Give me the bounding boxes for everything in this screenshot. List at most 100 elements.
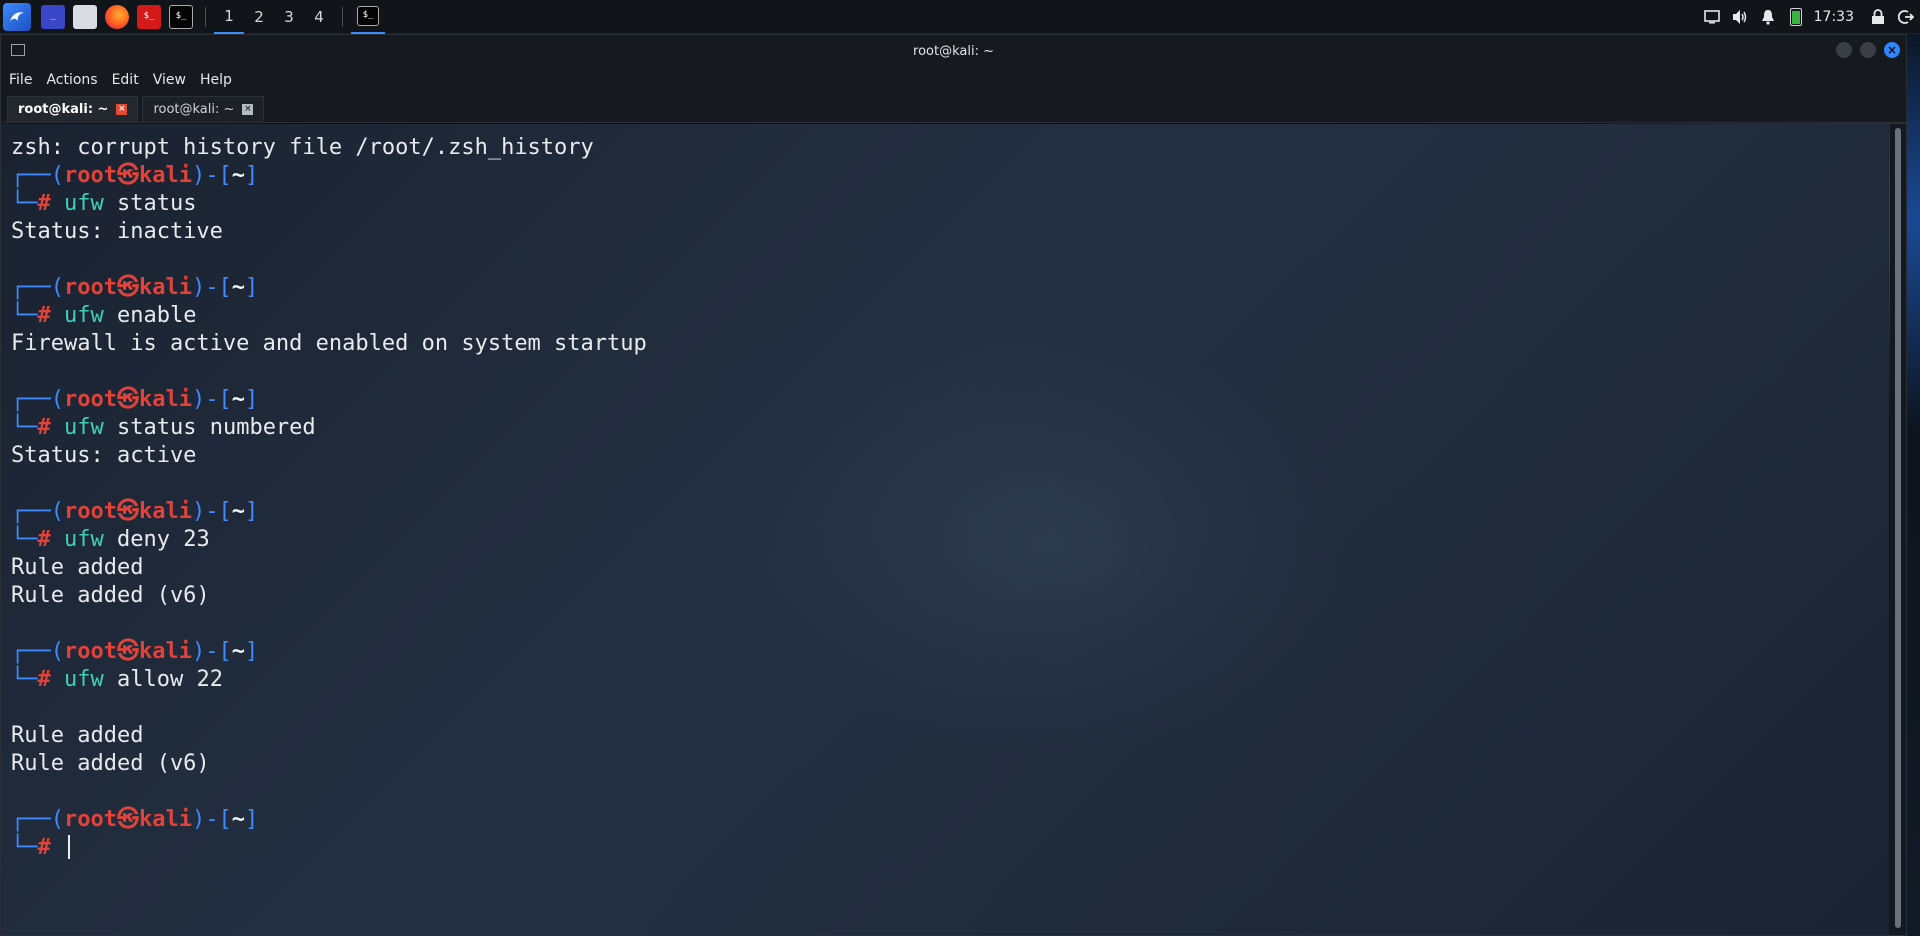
workspace-4[interactable]: 4 [304, 0, 334, 34]
desktop-icon[interactable]: _ [41, 4, 65, 29]
prompt-skull-icon: ㉿ [116, 807, 139, 832]
menu-edit[interactable]: Edit [112, 72, 139, 88]
prompt-frame: )-[ [191, 499, 232, 524]
workspace-2[interactable]: 2 [244, 0, 274, 34]
workspace-3[interactable]: 3 [274, 0, 304, 34]
terminal-icon[interactable]: $_ [169, 4, 193, 29]
prompt-skull-icon: ㉿ [116, 639, 139, 664]
firefox-icon[interactable] [105, 4, 129, 29]
notification-bell-icon[interactable] [1755, 0, 1781, 34]
output-line: Rule added [11, 722, 647, 750]
output-line: Rule added (v6) [11, 582, 647, 610]
command-name: ufw [64, 415, 104, 440]
tab-label: root@kali: ~ [153, 102, 235, 117]
prompt-host: kali [138, 807, 192, 832]
tab-label: root@kali: ~ [18, 102, 109, 117]
command-args: deny 23 [103, 527, 210, 552]
prompt-frame: └─ [11, 527, 38, 552]
prompt-user: root [63, 163, 117, 188]
prompt-hash: # [37, 667, 64, 692]
close-button[interactable]: × [1884, 42, 1900, 58]
command-name: ufw [64, 303, 104, 328]
prompt-frame: └─ [11, 835, 38, 860]
tab-close-icon[interactable]: × [242, 104, 254, 115]
prompt-hash: # [37, 415, 64, 440]
prompt-frame: )-[ [191, 807, 232, 832]
menu-bar: File Actions Edit View Help [1, 67, 1906, 93]
prompt-frame: └─ [11, 303, 38, 328]
panel-separator [205, 6, 206, 27]
tab-close-icon[interactable]: × [116, 104, 128, 115]
output-line: zsh: corrupt history file /root/.zsh_his… [11, 134, 647, 162]
command-line: └─# ufw status [11, 190, 647, 218]
battery-icon[interactable] [1783, 0, 1809, 34]
lock-icon[interactable] [1865, 0, 1891, 34]
output-line: Rule added [11, 554, 647, 582]
output-text: Firewall is active and enabled on system… [11, 331, 647, 356]
menu-view[interactable]: View [153, 72, 186, 88]
menu-file[interactable]: File [9, 72, 32, 88]
command-args: enable [103, 303, 197, 328]
volume-icon[interactable] [1727, 0, 1753, 34]
command-args: status numbered [103, 415, 316, 440]
kali-menu-icon[interactable] [3, 2, 31, 31]
prompt-line: ┌──(root㉿kali)-[~] [11, 386, 647, 414]
taskbar-terminal-button[interactable]: $_ [351, 0, 385, 34]
prompt-line: ┌──(root㉿kali)-[~] [11, 162, 647, 190]
command-line: └─# [11, 834, 647, 862]
output-line: Rule added (v6) [11, 750, 647, 778]
prompt-hash: # [37, 303, 64, 328]
clock[interactable]: 17:33 [1814, 9, 1854, 25]
terminal-tab[interactable]: root@kali: ~ × [142, 96, 265, 122]
panel-separator [342, 6, 343, 27]
prompt-line: ┌──(root㉿kali)-[~] [11, 274, 647, 302]
prompt-dir: ~ [231, 163, 245, 188]
workspace-1[interactable]: 1 [214, 0, 244, 34]
prompt-skull-icon: ㉿ [116, 275, 139, 300]
output-line: Firewall is active and enabled on system… [11, 330, 647, 358]
scrollbar-thumb[interactable] [1895, 128, 1901, 928]
command-name: ufw [64, 667, 104, 692]
prompt-host: kali [138, 387, 192, 412]
prompt-line: ┌──(root㉿kali)-[~] [11, 806, 647, 834]
scrollbar[interactable] [1890, 124, 1906, 935]
prompt-frame: └─ [11, 667, 38, 692]
file-manager-icon[interactable] [73, 4, 97, 29]
prompt-frame: ┌──( [11, 387, 64, 412]
prompt-skull-icon: ㉿ [116, 163, 139, 188]
command-line: └─# ufw enable [11, 302, 647, 330]
display-icon[interactable] [1699, 0, 1725, 34]
prompt-user: root [63, 387, 117, 412]
terminal-output[interactable]: zsh: corrupt history file /root/.zsh_his… [1, 124, 1889, 935]
prompt-line: ┌──(root㉿kali)-[~] [11, 638, 647, 666]
text-cursor[interactable] [68, 835, 70, 859]
menu-help[interactable]: Help [200, 72, 232, 88]
terminal-tab[interactable]: root@kali: ~ × [7, 96, 139, 122]
prompt-frame: ┌──( [11, 275, 64, 300]
prompt-frame: ┌──( [11, 499, 64, 524]
prompt-frame: )-[ [191, 275, 232, 300]
red-app-icon[interactable]: $_ [137, 4, 161, 29]
minimize-button[interactable] [1836, 42, 1852, 58]
prompt-frame: )-[ [191, 639, 232, 664]
prompt-skull-icon: ㉿ [116, 499, 139, 524]
output-line: Status: active [11, 442, 647, 470]
prompt-host: kali [138, 275, 192, 300]
window-icon[interactable] [11, 44, 25, 56]
prompt-frame: )-[ [191, 387, 232, 412]
terminal-icon: $_ [357, 5, 379, 26]
maximize-button[interactable] [1860, 42, 1876, 58]
window-titlebar[interactable]: root@kali: ~ × [1, 35, 1906, 67]
command-name: ufw [64, 527, 104, 552]
output-text: Rule added (v6) [11, 583, 210, 608]
intro-text: zsh: corrupt history file /root/.zsh_his… [11, 135, 594, 160]
prompt-frame: ┌──( [11, 163, 64, 188]
menu-actions[interactable]: Actions [46, 72, 97, 88]
output-text: Status: active [11, 443, 197, 468]
window-title: root@kali: ~ [913, 43, 994, 59]
logout-icon[interactable] [1893, 0, 1919, 34]
prompt-host: kali [138, 163, 192, 188]
